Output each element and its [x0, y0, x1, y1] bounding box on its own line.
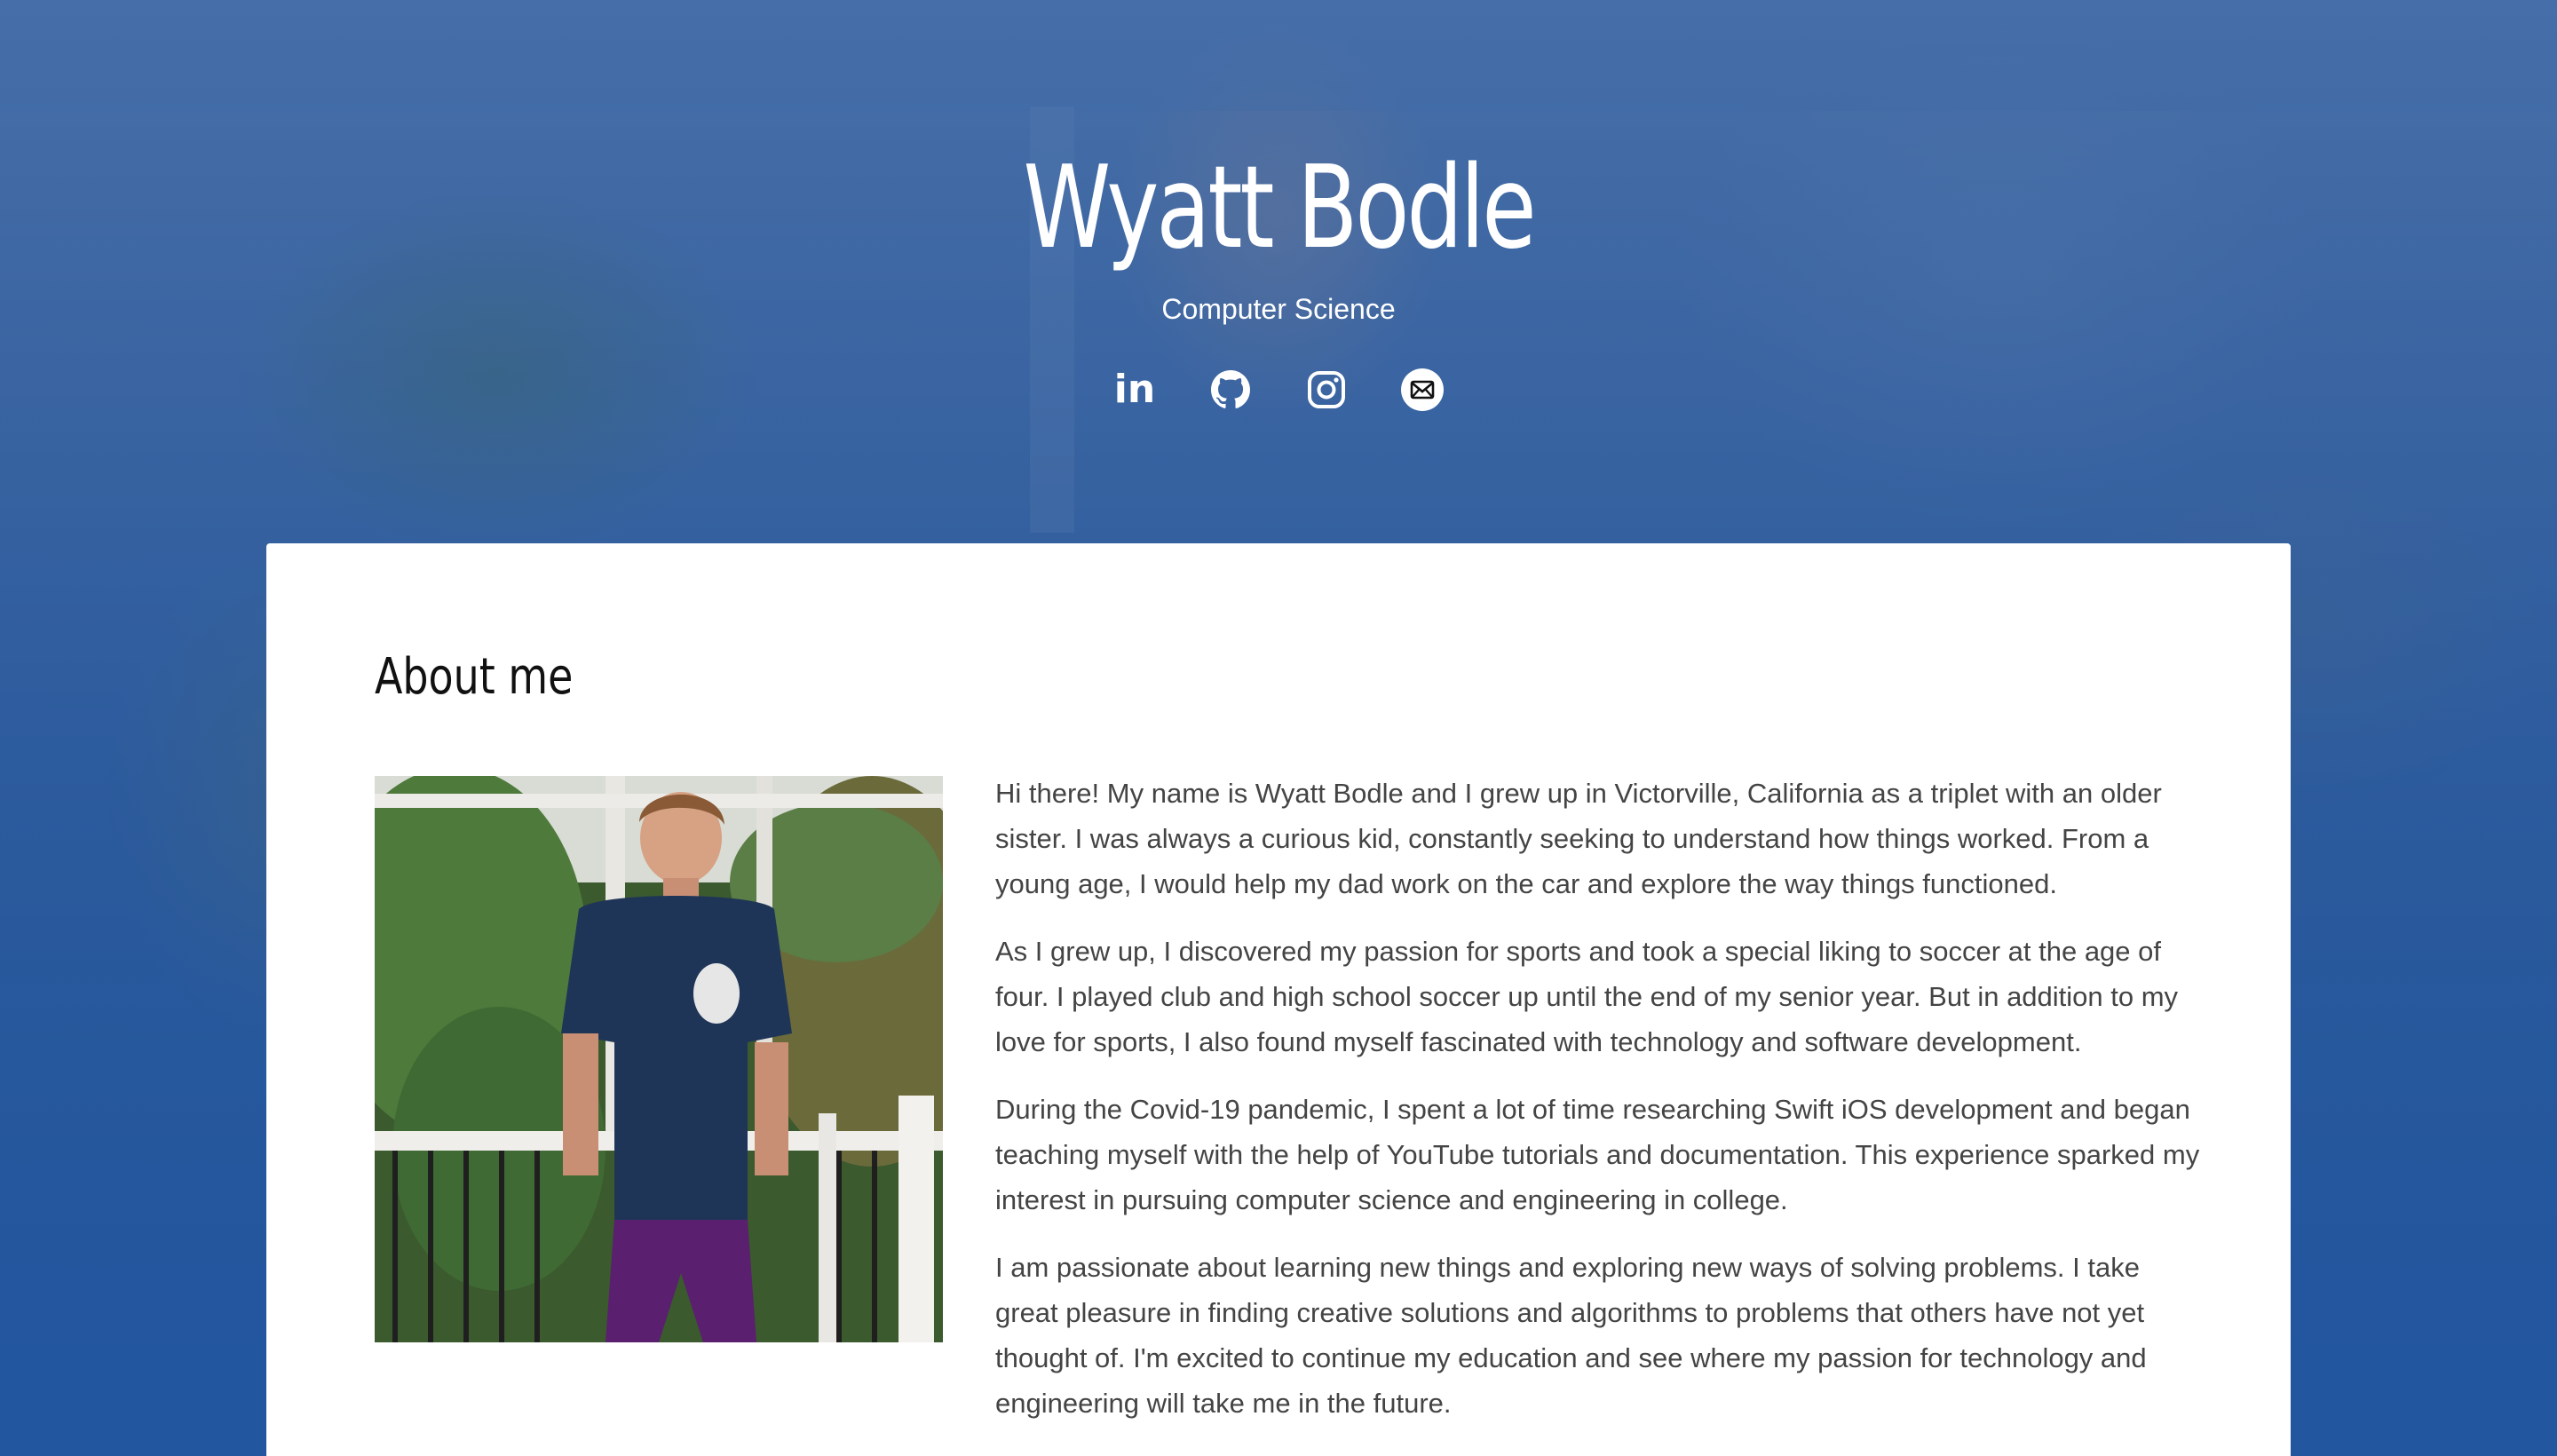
- linkedin-link[interactable]: in: [1112, 368, 1157, 412]
- email-icon: [1401, 368, 1444, 411]
- profile-photo-image: [375, 776, 943, 1342]
- bio-paragraph: I am passionate about learning new thing…: [995, 1252, 2147, 1419]
- bio-paragraph: As I grew up, I discovered my passion fo…: [995, 936, 2179, 1057]
- email-link[interactable]: [1400, 368, 1445, 412]
- bio-paragraph: Hi there! My name is Wyatt Bodle and I g…: [995, 778, 2162, 899]
- github-icon: [1211, 370, 1250, 408]
- instagram-link[interactable]: [1304, 368, 1349, 412]
- instagram-icon: [1308, 371, 1345, 408]
- site-subtitle: Computer Science: [1161, 293, 1396, 325]
- bio-paragraph: During the Covid-19 pandemic, I spent a …: [995, 1094, 2200, 1215]
- profile-photo: [375, 776, 943, 1342]
- social-links: in: [0, 368, 2557, 412]
- about-text: Hi there! My name is Wyatt Bodle and I g…: [995, 771, 2203, 1448]
- about-heading: About me: [375, 648, 574, 706]
- about-card: About me Hi there! My name is Wyatt Bodl…: [266, 543, 2291, 1456]
- site-header: Wyatt Bodle Computer Science in: [0, 142, 2557, 412]
- github-link[interactable]: [1208, 368, 1253, 412]
- linkedin-icon: in: [1113, 367, 1156, 412]
- site-title: Wyatt Bodle: [1023, 142, 1536, 274]
